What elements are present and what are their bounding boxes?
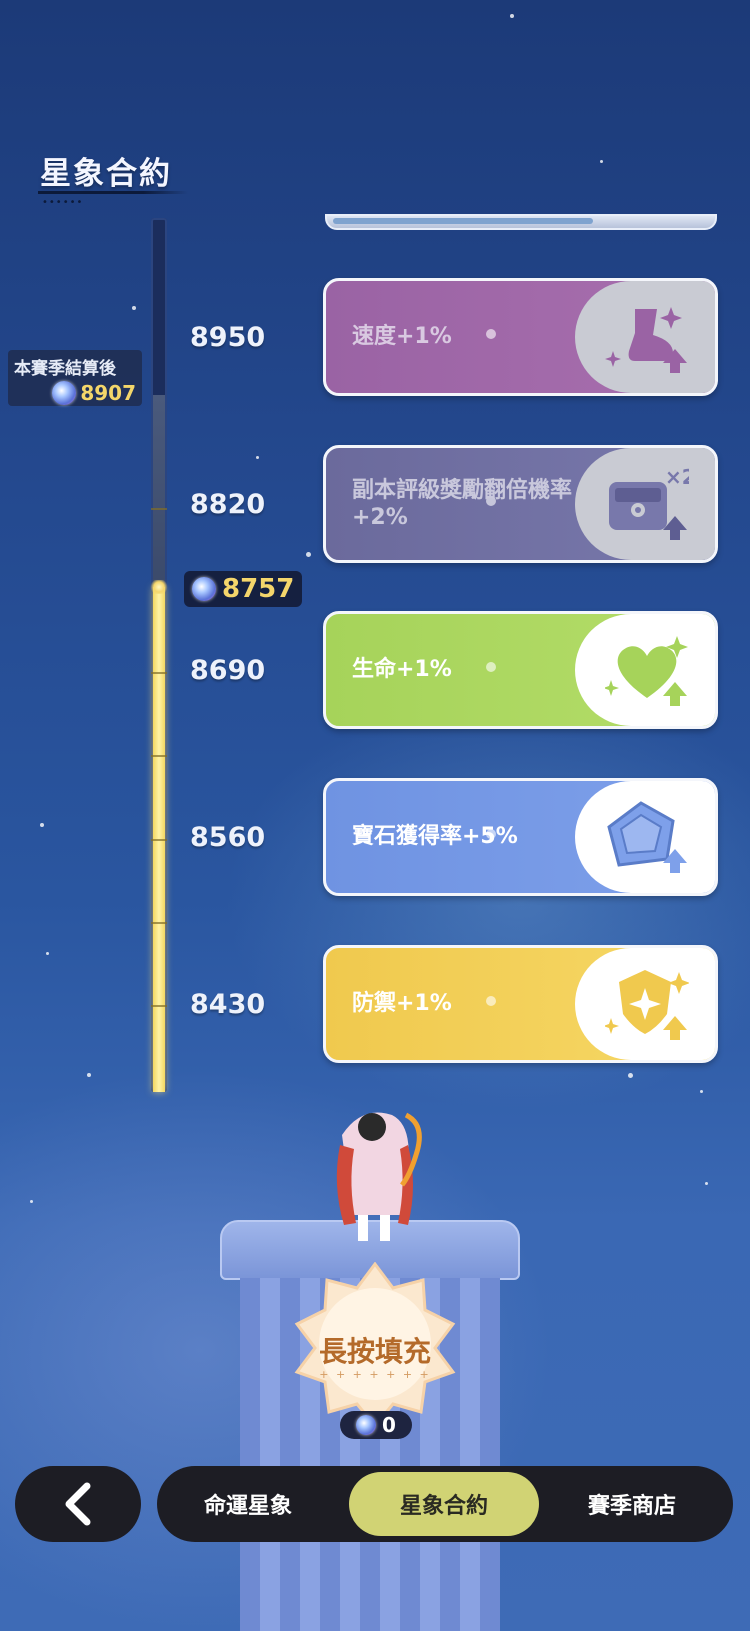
back-button[interactable] bbox=[15, 1466, 141, 1542]
x2-badge: ×2 bbox=[665, 466, 689, 489]
current-value-badge: 8757 bbox=[184, 571, 302, 607]
milestone-card-partial[interactable] bbox=[325, 214, 717, 230]
milestone-reward: 防禦+1% bbox=[352, 991, 452, 1017]
fill-decoration: + + + + + + + bbox=[319, 1368, 431, 1381]
boot-icon bbox=[605, 307, 687, 373]
title-decoration: •••••• bbox=[42, 197, 84, 208]
page-title: 星象合約 bbox=[40, 156, 172, 192]
tab-star-contract[interactable]: 星象合約 bbox=[349, 1472, 539, 1536]
title-underline bbox=[38, 191, 188, 194]
progress-tick bbox=[151, 508, 167, 510]
progress-tick bbox=[151, 839, 167, 841]
fill-label: 長按填充 bbox=[318, 1335, 431, 1368]
milestone-value: 8430 bbox=[190, 989, 266, 1020]
progress-tick bbox=[151, 672, 167, 674]
milestone-card-defense[interactable]: 防禦+1% bbox=[323, 945, 718, 1063]
season-projection: 本賽季結算後 8907 bbox=[8, 350, 142, 406]
milestone-card-speed[interactable]: 速度+1% bbox=[323, 278, 718, 396]
gem-icon bbox=[607, 801, 687, 873]
tab-season-shop[interactable]: 賽季商店 bbox=[537, 1472, 727, 1536]
milestone-reward: 副本評級獎勵翻倍機率+2% bbox=[352, 477, 573, 531]
season-value: 8907 bbox=[80, 381, 136, 405]
heart-icon bbox=[605, 636, 688, 706]
treasure-chest-x2-icon: ×2 bbox=[609, 466, 689, 540]
star-gem-icon bbox=[356, 1415, 377, 1435]
milestone-value: 8690 bbox=[190, 655, 266, 686]
milestone-value: 8560 bbox=[190, 822, 266, 853]
progress-projected-fill bbox=[153, 395, 165, 587]
current-value: 8757 bbox=[222, 574, 295, 604]
milestone-card-dungeon-reward[interactable]: 副本評級獎勵翻倍機率+2% ×2 bbox=[323, 445, 718, 563]
fill-count-badge: 0 bbox=[340, 1411, 412, 1439]
tab-fate-stars[interactable]: 命運星象 bbox=[153, 1472, 343, 1536]
progress-tick bbox=[151, 1005, 167, 1007]
milestone-card-gem-rate[interactable]: 寶石獲得率+5% bbox=[323, 778, 718, 896]
star-gem-icon bbox=[52, 381, 77, 405]
progress-tick bbox=[151, 922, 167, 924]
milestone-reward: 生命+1% bbox=[352, 657, 452, 683]
milestone-value: 8820 bbox=[190, 489, 266, 520]
milestone-value: 8950 bbox=[190, 322, 266, 353]
milestone-reward: 速度+1% bbox=[352, 324, 452, 350]
character-sprite bbox=[336, 1112, 422, 1241]
star-gem-icon bbox=[192, 577, 216, 601]
milestone-reward: 寶石獲得率+5% bbox=[352, 824, 518, 850]
shield-icon bbox=[605, 970, 689, 1040]
fill-count: 0 bbox=[382, 1413, 396, 1437]
current-position-marker bbox=[150, 580, 168, 594]
progress-tick bbox=[151, 755, 167, 757]
season-label: 本賽季結算後 bbox=[14, 359, 116, 379]
milestone-card-life[interactable]: 生命+1% bbox=[323, 611, 718, 729]
bottom-nav: 命運星象 星象合約 賽季商店 bbox=[157, 1466, 733, 1542]
chevron-left-icon bbox=[65, 1482, 91, 1526]
